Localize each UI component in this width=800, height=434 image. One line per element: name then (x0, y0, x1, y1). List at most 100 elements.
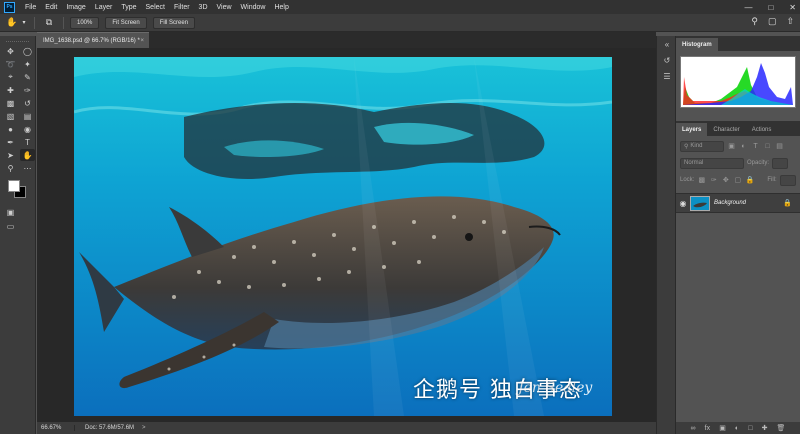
menu-layer[interactable]: Layer (95, 4, 113, 11)
menu-type[interactable]: Type (121, 4, 136, 11)
opacity-field[interactable] (772, 157, 789, 169)
collapse-panels-icon[interactable]: « (657, 36, 677, 52)
clone-stamp-icon[interactable]: ▩ (3, 97, 18, 109)
layer-kind-filter[interactable]: ⚲ Kind (680, 140, 724, 152)
maximize-icon[interactable]: □ (768, 3, 773, 12)
foreground-color-swatch[interactable] (8, 180, 20, 192)
menu-file[interactable]: File (25, 4, 36, 11)
delete-layer-icon[interactable]: 🗑 (777, 424, 786, 432)
filter-shape-icon[interactable]: □ (763, 142, 772, 151)
tab-actions[interactable]: Actions (746, 123, 778, 136)
eyedropper-icon[interactable]: ✎ (20, 71, 35, 83)
lock-paint-icon[interactable]: ✑ (709, 176, 718, 185)
tab-layers[interactable]: Layers (676, 123, 708, 136)
tool-grid: ✥ ◯ ➰ ✦ ⌖ ✎ ✚ ✑ ▩ ↺ ▧ ▤ ● ◉ ✒ T ➤ ✋ ⚲ ⋯ (3, 45, 35, 174)
adjustment-layer-icon[interactable]: ◐ (735, 425, 739, 432)
lock-position-icon[interactable]: ✥ (721, 176, 730, 185)
properties-icon[interactable]: ☰ (657, 68, 677, 84)
menu-edit[interactable]: Edit (45, 4, 57, 11)
menu-filter[interactable]: Filter (174, 4, 190, 11)
document-image[interactable]: Jen Sealey 企鹅号 独白事态 (74, 57, 612, 416)
zoom-100-button[interactable]: 100% (70, 16, 100, 29)
pen-icon[interactable]: ✒ (3, 136, 18, 148)
lock-row: Lock: ▩ ✑ ✥ ▢ 🔒 Fill: (680, 173, 796, 187)
histogram-chart (680, 56, 796, 108)
filter-adjustment-icon[interactable]: ◐ (739, 142, 748, 151)
zoom-icon[interactable]: ⚲ (3, 162, 18, 174)
lock-pixels-icon[interactable]: ▩ (697, 176, 706, 185)
lasso-icon[interactable]: ➰ (3, 58, 18, 70)
type-icon[interactable]: T (20, 136, 35, 148)
quick-mask-icon[interactable]: ▣ (3, 206, 18, 218)
layer-row-background[interactable]: ◉ Background 🔒 (676, 193, 800, 213)
eraser-icon[interactable]: ▧ (3, 110, 18, 122)
path-select-icon[interactable]: ➤ (3, 149, 18, 161)
status-menu-arrow[interactable]: > (142, 425, 146, 431)
new-group-icon[interactable]: □ (748, 425, 752, 432)
healing-brush-icon[interactable]: ✚ (3, 84, 18, 96)
zoom-level[interactable]: 66.67% (37, 425, 75, 431)
more-tools-icon[interactable]: ⋯ (20, 162, 35, 174)
fit-screen-button[interactable]: Fit Screen (105, 16, 147, 29)
new-layer-icon[interactable]: ✚ (762, 424, 768, 432)
crop-icon[interactable]: ⌖ (3, 71, 18, 83)
chevron-down-icon[interactable]: ▾ (20, 16, 28, 30)
menu-image[interactable]: Image (66, 4, 85, 11)
menu-window[interactable]: Window (241, 4, 266, 11)
share-icon[interactable]: ⇧ (786, 16, 794, 27)
fill-screen-button[interactable]: Fill Screen (152, 16, 196, 29)
filter-smart-icon[interactable]: ▤ (775, 142, 784, 151)
divider (63, 16, 64, 29)
window-controls: — □ ✕ (744, 0, 796, 14)
history-icon[interactable]: ↺ (657, 52, 677, 68)
lock-artboard-icon[interactable]: ▢ (733, 176, 742, 185)
canvas-area[interactable]: Jen Sealey 企鹅号 独白事态 (37, 48, 656, 422)
quick-select-icon[interactable]: ✦ (20, 58, 35, 70)
lock-all-icon[interactable]: 🔒 (745, 176, 754, 185)
menu-view[interactable]: View (217, 4, 232, 11)
tab-histogram[interactable]: Histogram (676, 38, 718, 51)
layer-thumbnail-image (691, 196, 709, 210)
visibility-eye-icon[interactable]: ◉ (676, 199, 690, 208)
menu-3d[interactable]: 3D (199, 4, 208, 11)
divider (34, 16, 35, 29)
scroll-all-windows-icon[interactable]: ⧉ (41, 16, 57, 30)
hand-tool-preset-icon[interactable]: ✋ (4, 16, 20, 30)
document-tab[interactable]: IMG_1638.psd @ 66.7% (RGB/16) * × (37, 32, 149, 48)
workspace-icon[interactable]: ▢ (768, 16, 777, 27)
layer-thumbnail (690, 195, 710, 211)
photoshop-logo: Ps (4, 1, 15, 13)
minimize-icon[interactable]: — (744, 3, 752, 12)
fx-icon[interactable]: fx (705, 425, 710, 432)
whale-shark-photo (74, 57, 612, 416)
blur-icon[interactable]: ● (3, 123, 18, 135)
menu-help[interactable]: Help (274, 4, 288, 11)
panel-icon-strip: « ↺ ☰ (656, 36, 676, 434)
tab-character[interactable]: Character (707, 123, 745, 136)
history-brush-icon[interactable]: ↺ (20, 97, 35, 109)
search-icon[interactable]: ⚲ (751, 16, 758, 27)
document-tab-bar: IMG_1638.psd @ 66.7% (RGB/16) * × (37, 32, 656, 48)
menu-select[interactable]: Select (146, 4, 165, 11)
filter-type-icon[interactable]: T (751, 142, 760, 151)
options-right-icons: ⚲ ▢ ⇧ (751, 16, 794, 27)
screen-mode-icon[interactable]: ▭ (3, 220, 18, 232)
panel-grip[interactable] (6, 36, 29, 42)
brush-icon[interactable]: ✑ (20, 84, 35, 96)
hand-icon[interactable]: ✋ (20, 149, 35, 161)
marquee-icon[interactable]: ◯ (20, 45, 35, 57)
add-mask-icon[interactable]: ▣ (719, 424, 726, 432)
fill-field[interactable] (779, 174, 796, 186)
filter-pixel-icon[interactable]: ▣ (727, 142, 736, 151)
gradient-icon[interactable]: ▤ (20, 110, 35, 122)
opacity-label: Opacity: (747, 160, 770, 166)
watermark-text: 企鹅号 独白事态 (413, 378, 582, 403)
link-layers-icon[interactable]: ∞ (691, 425, 696, 432)
right-panels: Histogram Layers Character Actions ⚲ Kin… (676, 36, 800, 434)
blend-mode-select[interactable]: Normal (680, 157, 744, 169)
dodge-icon[interactable]: ◉ (20, 123, 35, 135)
document-tab-title: IMG_1638.psd @ 66.7% (RGB/16) * (43, 37, 140, 44)
move-icon[interactable]: ✥ (3, 45, 18, 57)
close-tab-icon[interactable]: × (140, 38, 144, 44)
close-icon[interactable]: ✕ (789, 3, 796, 12)
